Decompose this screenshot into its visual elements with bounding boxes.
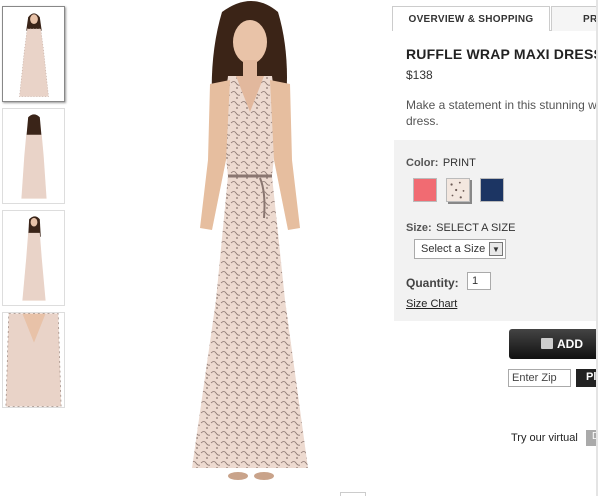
thumbnail-side-image (3, 211, 64, 305)
size-label: Size: (406, 222, 432, 234)
size-chart-link[interactable]: Size Chart (406, 298, 457, 310)
zip-submit-button[interactable]: Pl (576, 369, 598, 387)
thumbnail-front-image (3, 7, 64, 101)
quantity-input[interactable]: 1 (467, 272, 491, 290)
size-select[interactable]: Select a Size ▼ (414, 239, 506, 259)
size-select-text: Select a Size (421, 243, 486, 255)
product-image (150, 0, 350, 496)
product-description: Make a statement in this stunning w dres… (406, 98, 597, 128)
swatch-navy[interactable] (480, 178, 504, 202)
virtual-tryon-label: Try our virtual (511, 432, 578, 444)
zip-input[interactable]: Enter Zip (508, 369, 571, 387)
chevron-down-icon: ▼ (489, 242, 503, 256)
size-value: SELECT A SIZE (436, 222, 516, 234)
thumbnail-detail[interactable] (2, 312, 65, 408)
shopping-bag-icon (541, 338, 553, 349)
add-to-bag-button[interactable]: ADD (509, 329, 598, 359)
thumbnail-back[interactable] (2, 108, 65, 204)
tab-overview-shopping[interactable]: OVERVIEW & SHOPPING (392, 6, 550, 31)
color-value: PRINT (442, 157, 476, 169)
swatch-coral[interactable] (413, 178, 437, 202)
thumbnail-front[interactable] (2, 6, 65, 102)
product-price: $138 (406, 68, 433, 82)
thumbnail-side[interactable] (2, 210, 65, 306)
color-row: Color: PRINT (406, 153, 476, 171)
color-label: Color: (406, 157, 439, 169)
product-title: RUFFLE WRAP MAXI DRESS (406, 46, 598, 62)
swatch-print[interactable] (446, 178, 470, 202)
print-pattern-icon (450, 181, 465, 199)
image-zoom-corner (340, 492, 366, 496)
tab-product-details[interactable]: PRO (551, 6, 598, 31)
add-button-label: ADD (557, 337, 583, 351)
thumbnail-detail-image (3, 313, 64, 407)
quantity-label: Quantity: (406, 276, 459, 290)
model-dress-illustration (150, 0, 350, 496)
thumbnail-back-image (3, 109, 64, 203)
size-row: Size: SELECT A SIZE (406, 218, 515, 236)
